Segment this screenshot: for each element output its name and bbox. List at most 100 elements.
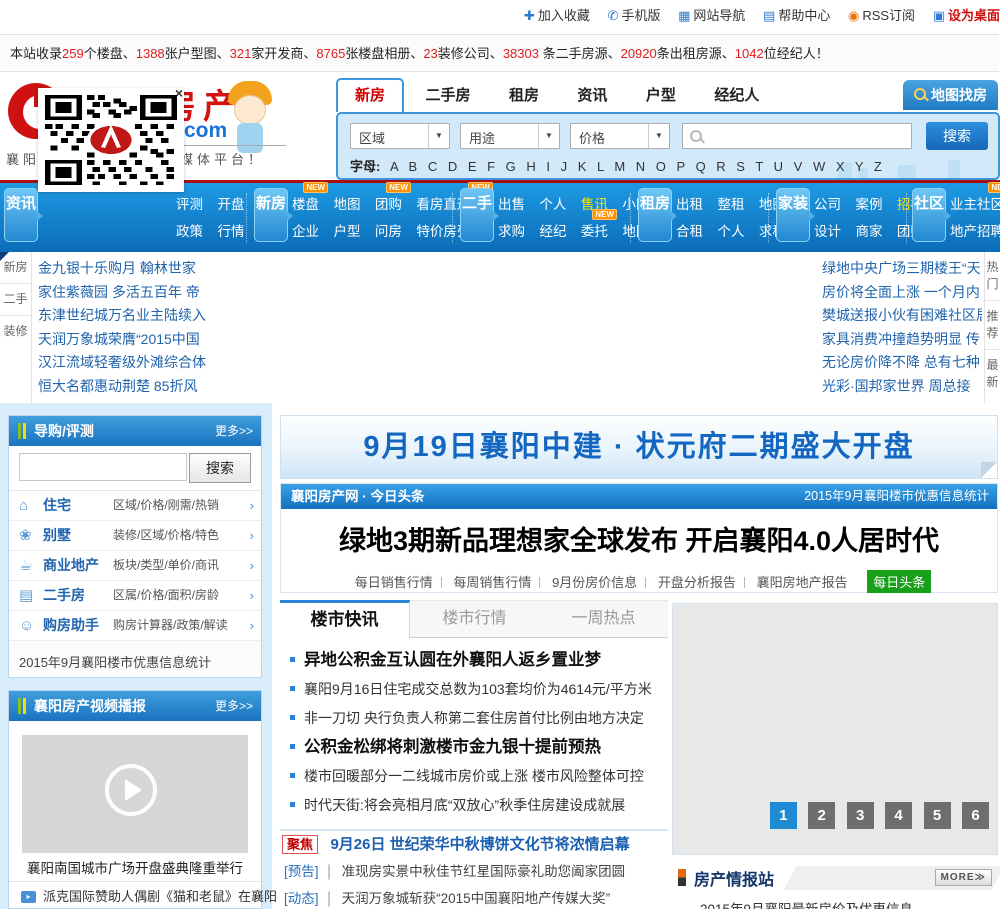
focus-link[interactable]: 准现房实景中秋佳节红星国际豪礼助您阖家团圆 bbox=[342, 864, 626, 879]
search-button[interactable]: 搜索 bbox=[926, 122, 988, 150]
tab-news[interactable]: 资讯 bbox=[560, 80, 624, 112]
headline-bar-link[interactable]: 2015年9月襄阳楼市优惠信息统计 bbox=[804, 484, 989, 509]
guide-search-input[interactable] bbox=[19, 453, 187, 481]
guide-search-button[interactable]: 搜索 bbox=[189, 453, 251, 483]
map-search-button[interactable]: 地图找房 bbox=[903, 80, 998, 110]
nav-link[interactable]: 委托 NEW bbox=[581, 209, 617, 245]
guide-footer-link[interactable]: 2015年9月襄阳楼市优惠信息统计 bbox=[9, 641, 261, 671]
video-player[interactable] bbox=[22, 735, 248, 853]
headline-sub-link[interactable]: 每日销售行情 bbox=[355, 575, 433, 590]
nav-link[interactable]: 个人 bbox=[717, 218, 744, 245]
market-news-item[interactable]: 时代天街:将会亮相月底“双放心”秋季住房建设成就展 bbox=[290, 791, 664, 820]
nav-link[interactable]: 个人 bbox=[539, 191, 566, 218]
news-link[interactable]: 无论房价降不降 总有七种 bbox=[822, 351, 982, 375]
guide-item-villa[interactable]: ❀ 别墅 装修/区域/价格/特色 › bbox=[9, 521, 261, 551]
tab-market-flash[interactable]: 楼市快讯 bbox=[280, 600, 410, 638]
search-input[interactable] bbox=[682, 123, 912, 149]
nav-link[interactable]: 政策 bbox=[176, 218, 203, 245]
nav-link[interactable]: 户型 bbox=[333, 218, 360, 245]
nav-link[interactable]: 行情 bbox=[217, 218, 244, 245]
band-tab-hot[interactable]: 热门 bbox=[985, 252, 1000, 301]
nav-link[interactable]: 整租 bbox=[717, 191, 744, 218]
market-news-item[interactable]: 非一刀切 央行负责人称第二套住房首付比例由地方决定 bbox=[290, 704, 664, 733]
carousel-page-button[interactable]: 4 bbox=[885, 802, 913, 829]
tab-floorplan[interactable]: 户型 bbox=[629, 80, 693, 112]
daily-headline-badge[interactable]: 每日头条 bbox=[867, 570, 932, 593]
news-link[interactable]: 汉江流域轻奢级外滩综合体 bbox=[38, 351, 220, 375]
video-more-link[interactable]: 更多>> bbox=[215, 691, 253, 721]
news-link[interactable]: 天润万象城荣膺“2015中国 bbox=[38, 328, 220, 352]
guide-item-residence[interactable]: ⌂ 住宅 区域/价格/刚需/热销 › bbox=[9, 491, 261, 521]
nav-link[interactable]: 合租 bbox=[676, 218, 703, 245]
nav-link[interactable]: 求购 bbox=[498, 218, 525, 245]
video-caption-link[interactable]: 襄阳南国城市广场开盘盛典隆重举行 bbox=[9, 857, 261, 877]
intel-more-button[interactable]: MORE≫ bbox=[934, 869, 992, 886]
tab-market-quotes[interactable]: 楼市行情 bbox=[410, 600, 539, 638]
nav-link[interactable]: 经纪 bbox=[539, 218, 566, 245]
nav-tab-rent[interactable]: 租房 bbox=[638, 188, 677, 242]
tab-resale[interactable]: 二手房 bbox=[408, 80, 487, 112]
focus-link[interactable]: 天润万象城斩获“2015中国襄阳地产传媒大奖” bbox=[342, 891, 611, 906]
set-desktop-link[interactable]: ▣ 设为桌面 bbox=[933, 8, 1000, 23]
nav-link[interactable]: 案例 bbox=[855, 191, 882, 218]
market-news-item[interactable]: 楼市回暖部分一二线城市房价或上涨 楼市风险整体可控 bbox=[290, 762, 664, 791]
nav-tab-community[interactable]: 社区 bbox=[912, 188, 951, 242]
nav-link[interactable]: 商家 bbox=[855, 218, 882, 245]
carousel-page-button[interactable]: 5 bbox=[923, 802, 951, 829]
nav-link[interactable]: 团购 NEW bbox=[375, 182, 411, 218]
price-select[interactable]: 价格 ▼ bbox=[570, 123, 670, 149]
band-tab-latest[interactable]: 最新 bbox=[985, 350, 1000, 398]
nav-tab-news[interactable]: 资讯 bbox=[4, 188, 43, 242]
carousel-page-button[interactable]: 6 bbox=[962, 802, 989, 829]
play-icon[interactable] bbox=[105, 764, 157, 816]
market-news-item[interactable]: 襄阳9月16日住宅成交总数为103套均价为4614元/平方米 bbox=[290, 675, 664, 704]
usage-select[interactable]: 用途 ▼ bbox=[460, 123, 560, 149]
guide-item-resale[interactable]: ▤ 二手房 区属/价格/面积/房龄 › bbox=[9, 581, 261, 611]
help-link[interactable]: ▤ 帮助中心 bbox=[763, 8, 830, 23]
intel-item-link[interactable]: 2015年9月襄阳最新房价及优惠信息 bbox=[700, 898, 913, 909]
guide-item-commercial[interactable]: ☕ 商业地产 板块/类型/单价/商讯 › bbox=[9, 551, 261, 581]
nav-link[interactable]: 评测 bbox=[176, 191, 203, 218]
rss-link[interactable]: ◉ RSS订阅 bbox=[848, 8, 915, 23]
letter-links[interactable]: A B C D E F G H I J K L M N O P Q R S T … bbox=[390, 159, 882, 174]
focus-tag[interactable]: [预告] bbox=[284, 864, 319, 879]
nav-tab-decoration[interactable]: 家装 bbox=[776, 188, 815, 242]
mobile-link[interactable]: ✆ 手机版 bbox=[608, 8, 661, 23]
news-link[interactable]: 房价将全面上涨 一个月内 bbox=[822, 281, 982, 305]
nav-link[interactable]: 公司 bbox=[814, 191, 841, 218]
nav-link[interactable]: 地图 bbox=[333, 191, 360, 218]
video-list-item[interactable]: ▸ 派克国际赞助人偶剧《猫和老鼠》在襄阳 bbox=[9, 881, 277, 909]
tab-agent[interactable]: 经纪人 bbox=[697, 80, 776, 112]
region-select[interactable]: 区域 ▼ bbox=[350, 123, 450, 149]
nav-link[interactable]: 设计 bbox=[814, 218, 841, 245]
headline-sub-link[interactable]: 9月份房价信息 bbox=[552, 575, 637, 590]
headline-sub-link[interactable]: 开盘分析报告 bbox=[658, 575, 736, 590]
nav-tab-new-house[interactable]: 新房 bbox=[254, 188, 293, 242]
nav-tab-resale[interactable]: 二手 bbox=[460, 188, 499, 242]
guide-item-assistant[interactable]: ☺ 购房助手 购房计算器/政策/解读 › bbox=[9, 611, 261, 641]
nav-link[interactable]: 楼盘 NEW bbox=[292, 182, 328, 218]
nav-link[interactable]: 企业 bbox=[292, 218, 319, 245]
band-tab-decoration[interactable]: 装修 bbox=[0, 316, 31, 347]
guide-more-link[interactable]: 更多>> bbox=[215, 416, 253, 446]
headline-sub-link[interactable]: 每周销售行情 bbox=[453, 575, 531, 590]
nav-link[interactable]: 出售 bbox=[498, 191, 525, 218]
news-link[interactable]: 恒大名都惠动荆楚 85折风 bbox=[38, 375, 220, 399]
carousel-page-button[interactable]: 2 bbox=[808, 802, 836, 829]
nav-link[interactable]: 业主社区NEW bbox=[950, 182, 1000, 218]
news-link[interactable]: 樊城送报小伙有困难社区居 bbox=[822, 304, 982, 328]
news-link[interactable]: 绿地中央广场三期楼王“天 bbox=[822, 257, 982, 281]
favorite-link[interactable]: ✚ 加入收藏 bbox=[524, 8, 590, 23]
tab-new-house[interactable]: 新房 bbox=[336, 78, 405, 112]
carousel-page-button[interactable]: 1 bbox=[769, 802, 797, 829]
focus-headline-link[interactable]: 9月26日 世纪荣华中秋博饼文化节将浓情启幕 bbox=[330, 836, 629, 853]
band-tab-resale[interactable]: 二手 bbox=[0, 284, 31, 316]
news-link[interactable]: 金九银十乐购月 翰林世家 bbox=[38, 257, 220, 281]
tab-rent[interactable]: 租房 bbox=[492, 80, 556, 112]
photo-carousel[interactable]: 1 2 3 4 5 6 bbox=[672, 603, 998, 855]
nav-link[interactable]: 问房 bbox=[375, 218, 402, 245]
focus-tag[interactable]: [动态] bbox=[284, 891, 319, 906]
news-link[interactable]: 光彩·国邦家世界 周总接 bbox=[822, 375, 982, 399]
news-link[interactable]: 东津世纪城万名业主陆续入 bbox=[38, 304, 220, 328]
promo-banner[interactable]: 9月19日襄阳中建 · 状元府二期盛大开盘 bbox=[280, 415, 998, 479]
